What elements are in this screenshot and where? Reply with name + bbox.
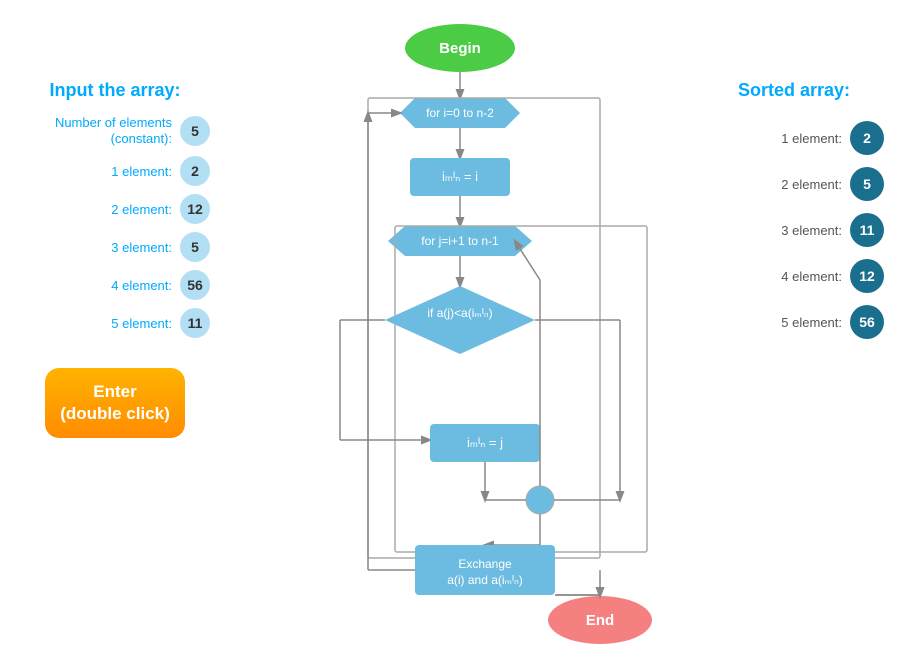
element-value-4[interactable]: 56 (180, 270, 210, 300)
element-row-1: 1 element: 2 (10, 156, 220, 186)
sorted-value-3: 11 (850, 213, 884, 247)
sorted-label-1: 1 element: (781, 131, 842, 146)
input-title: Input the array: (10, 80, 220, 101)
condition-label: if a(j)<a(iₘᴵₙ) (427, 306, 492, 320)
sorted-label-3: 3 element: (781, 223, 842, 238)
sorted-row-1: 1 element: 2 (694, 121, 894, 155)
num-elements-row: Number of elements(constant): 5 (10, 115, 220, 146)
sorted-value-1: 2 (850, 121, 884, 155)
num-elements-value[interactable]: 5 (180, 116, 210, 146)
imin-j-label: iₘᴵₙ = j (467, 435, 503, 450)
sorted-row-3: 3 element: 11 (694, 213, 894, 247)
begin-label: Begin (439, 40, 481, 57)
element-label-5: 5 element: (111, 316, 172, 331)
element-row-3: 3 element: 5 (10, 232, 220, 262)
sorted-label-2: 2 element: (781, 177, 842, 192)
sorted-value-2: 5 (850, 167, 884, 201)
sorted-value-5: 56 (850, 305, 884, 339)
element-row-2: 2 element: 12 (10, 194, 220, 224)
sorted-value-4: 12 (850, 259, 884, 293)
flowchart-svg: Begin for i=0 to n-2 iₘᴵₙ = i for j=i+1 … (220, 10, 700, 650)
element-label-2: 2 element: (111, 202, 172, 217)
sorted-row-2: 2 element: 5 (694, 167, 894, 201)
loop2-label: for j=i+1 to n-1 (421, 234, 499, 248)
left-panel: Input the array: Number of elements(cons… (10, 80, 220, 438)
exchange-label2: a(i) and a(iₘᴵₙ) (447, 573, 523, 587)
element-value-1[interactable]: 2 (180, 156, 210, 186)
element-row-4: 4 element: 56 (10, 270, 220, 300)
condition-shape (385, 286, 535, 354)
element-row-5: 5 element: 11 (10, 308, 220, 338)
element-label-4: 4 element: (111, 278, 172, 293)
end-label: End (586, 612, 614, 629)
exchange-label: Exchange (458, 557, 512, 571)
right-panel: Sorted array: 1 element: 2 2 element: 5 … (694, 80, 894, 351)
element-label-1: 1 element: (111, 164, 172, 179)
element-label-3: 3 element: (111, 240, 172, 255)
element-value-2[interactable]: 12 (180, 194, 210, 224)
sorted-label-4: 4 element: (781, 269, 842, 284)
loop1-label: for i=0 to n-2 (426, 106, 494, 120)
element-value-3[interactable]: 5 (180, 232, 210, 262)
element-value-5[interactable]: 11 (180, 308, 210, 338)
sorted-row-5: 5 element: 56 (694, 305, 894, 339)
connector-circle (526, 486, 554, 514)
imin-assign-label: iₘᴵₙ = i (442, 169, 478, 184)
sorted-label-5: 5 element: (781, 315, 842, 330)
flowchart: Begin for i=0 to n-2 iₘᴵₙ = i for j=i+1 … (220, 10, 700, 650)
sorted-title: Sorted array: (694, 80, 894, 101)
sorted-row-4: 4 element: 12 (694, 259, 894, 293)
enter-button[interactable]: Enter(double click) (45, 368, 185, 438)
num-elements-label: Number of elements(constant): (55, 115, 172, 146)
